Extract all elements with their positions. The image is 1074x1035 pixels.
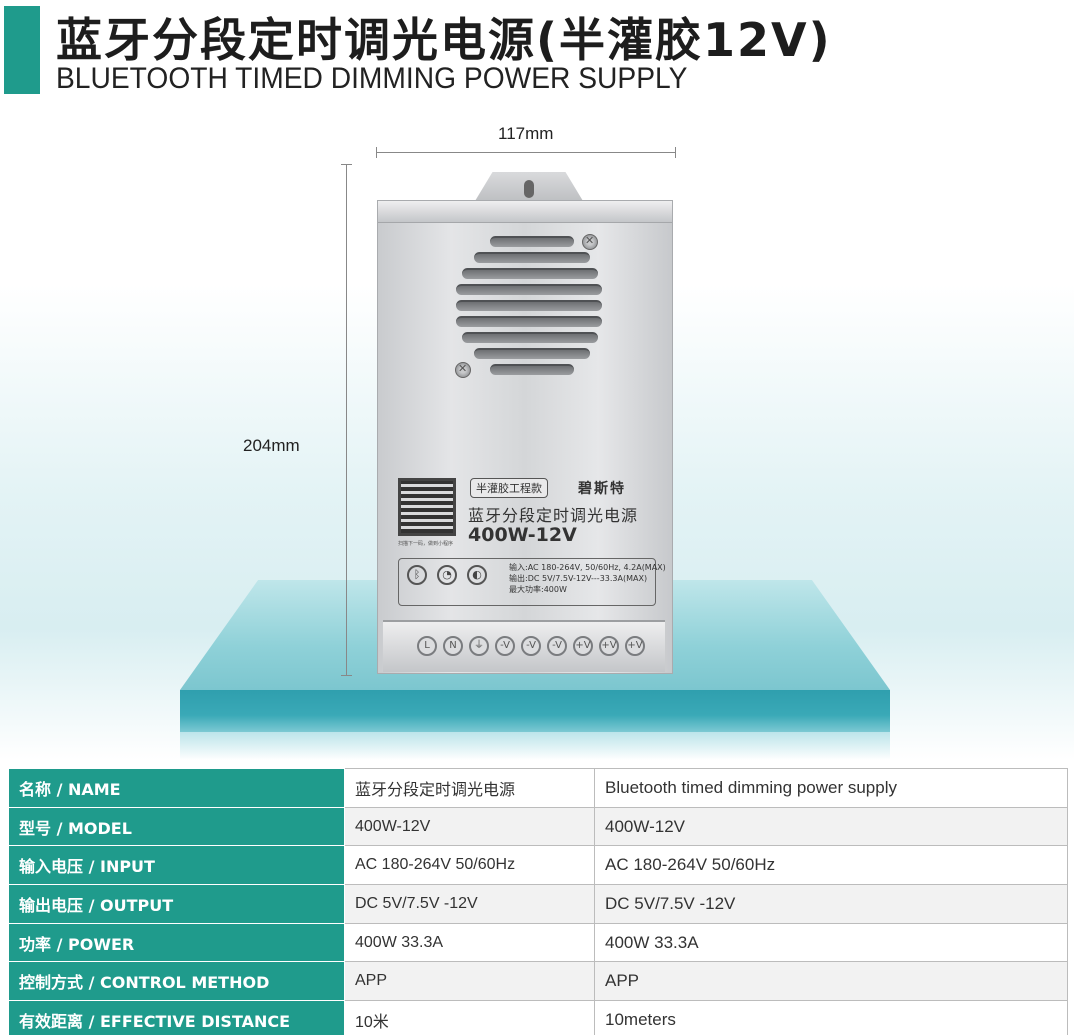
page-title: 蓝牙分段定时调光电源(半灌胶12V)	[56, 13, 832, 67]
label-model: 400W-12V	[468, 524, 577, 546]
label-spec-power: 最大功率:400W	[509, 585, 567, 594]
width-dimension-label: 117mm	[498, 124, 554, 143]
label-product-name: 蓝牙分段定时调光电源	[468, 506, 639, 525]
display-platform-front	[180, 690, 890, 732]
label-feature-icons: ᛒ ◔ ◐	[407, 565, 487, 585]
table-row: 输入电压 / INPUT AC 180-264V 50/60Hz AC 180-…	[8, 845, 1068, 886]
label-spec-box: ᛒ ◔ ◐ 输入:AC 180-264V, 50/60Hz, 4.2A(MAX)…	[398, 558, 666, 606]
spec-key-effective-distance: 有效距离 / EFFECTIVE DISTANCE	[8, 1000, 345, 1035]
vent-slot	[456, 300, 602, 311]
spec-value-en: APP	[594, 961, 1068, 1002]
spec-value-en: DC 5V/7.5V -12V	[594, 884, 1068, 924]
spec-key-output: 输出电压 / OUTPUT	[8, 884, 345, 924]
spec-value-en: Bluetooth timed dimming power supply	[594, 768, 1068, 808]
table-row: 名称 / NAME 蓝牙分段定时调光电源 Bluetooth timed dim…	[8, 768, 1068, 808]
vent-slot	[456, 284, 602, 295]
terminal-pos: +V	[599, 636, 619, 656]
table-row: 型号 / MODEL 400W-12V 400W-12V	[8, 806, 1068, 847]
width-dimension-line	[376, 147, 676, 158]
product-stage: 117mm 204mm 扫描下一码，做到小程序 半灌胶工程款 碧斯特 蓝牙分段定…	[0, 100, 1074, 760]
bluetooth-icon: ᛒ	[407, 565, 427, 585]
vent-slot	[462, 268, 598, 279]
spec-value-en: 10meters	[594, 1000, 1068, 1035]
vent-slot	[490, 236, 574, 247]
spec-value-en: 400W 33.3A	[594, 922, 1068, 963]
terminal-ground: ⏚	[469, 636, 489, 656]
screw-icon	[582, 234, 598, 250]
page-subtitle: BLUETOOTH TIMED DIMMING POWER SUPPLY	[56, 62, 688, 95]
device-top-lip	[378, 201, 672, 223]
spec-key-input: 输入电压 / INPUT	[8, 845, 345, 886]
height-dimension-line	[341, 164, 352, 676]
terminal-n: N	[443, 636, 463, 656]
label-badge: 半灌胶工程款	[470, 478, 548, 498]
label-spec-input: 输入:AC 180-264V, 50/60Hz, 4.2A(MAX)	[509, 563, 666, 572]
spec-key-control-method: 控制方式 / CONTROL METHOD	[8, 961, 345, 1002]
spec-value-cn: 蓝牙分段定时调光电源	[344, 768, 595, 808]
spec-key-power: 功率 / POWER	[8, 922, 345, 963]
dimmer-icon: ◐	[467, 565, 487, 585]
spec-value-cn: AC 180-264V 50/60Hz	[344, 845, 595, 886]
timer-icon: ◔	[437, 565, 457, 585]
spec-key-name: 名称 / NAME	[8, 768, 345, 808]
spec-value-en: AC 180-264V 50/60Hz	[594, 845, 1068, 886]
terminal-neg: -V	[521, 636, 541, 656]
vent-slot	[462, 332, 598, 343]
label-brand: 碧斯特	[578, 481, 626, 497]
label-spec-lines: 输入:AC 180-264V, 50/60Hz, 4.2A(MAX) 输出:DC…	[509, 562, 666, 595]
spec-value-cn: 400W 33.3A	[344, 922, 595, 963]
terminal-row: L N ⏚ -V -V -V +V +V +V	[417, 636, 645, 656]
table-row: 功率 / POWER 400W 33.3A 400W 33.3A	[8, 922, 1068, 963]
spec-key-model: 型号 / MODEL	[8, 806, 345, 847]
table-row: 有效距离 / EFFECTIVE DISTANCE 10米 10meters	[8, 1000, 1068, 1035]
terminal-block: L N ⏚ -V -V -V +V +V +V	[383, 620, 665, 672]
terminal-neg: -V	[547, 636, 567, 656]
spec-value-en: 400W-12V	[594, 806, 1068, 847]
title-accent-bar	[4, 6, 40, 94]
screw-icon	[455, 362, 471, 378]
vent-slot	[474, 252, 590, 263]
spec-value-cn: 400W-12V	[344, 806, 595, 847]
qr-caption: 扫描下一码，做到小程序	[398, 541, 454, 547]
height-dimension-label: 204mm	[243, 436, 300, 455]
vent-slot	[456, 316, 602, 327]
display-platform-reflection	[180, 732, 890, 760]
device-label: 扫描下一码，做到小程序 半灌胶工程款 碧斯特 蓝牙分段定时调光电源 400W-1…	[398, 472, 666, 612]
mounting-hole	[524, 180, 534, 198]
qr-code-icon	[398, 478, 456, 536]
terminal-pos: +V	[625, 636, 645, 656]
terminal-pos: +V	[573, 636, 593, 656]
spec-value-cn: 10米	[344, 1000, 595, 1035]
table-row: 控制方式 / CONTROL METHOD APP APP	[8, 961, 1068, 1002]
vent-slot	[474, 348, 590, 359]
spec-value-cn: APP	[344, 961, 595, 1002]
terminal-neg: -V	[495, 636, 515, 656]
label-spec-output: 输出:DC 5V/7.5V-12V---33.3A(MAX)	[509, 574, 648, 583]
terminal-l: L	[417, 636, 437, 656]
vent-slot	[490, 364, 574, 375]
spec-value-cn: DC 5V/7.5V -12V	[344, 884, 595, 924]
vent-grille	[456, 234, 606, 384]
spec-table: 名称 / NAME 蓝牙分段定时调光电源 Bluetooth timed dim…	[8, 768, 1068, 1035]
table-row: 输出电压 / OUTPUT DC 5V/7.5V -12V DC 5V/7.5V…	[8, 884, 1068, 924]
